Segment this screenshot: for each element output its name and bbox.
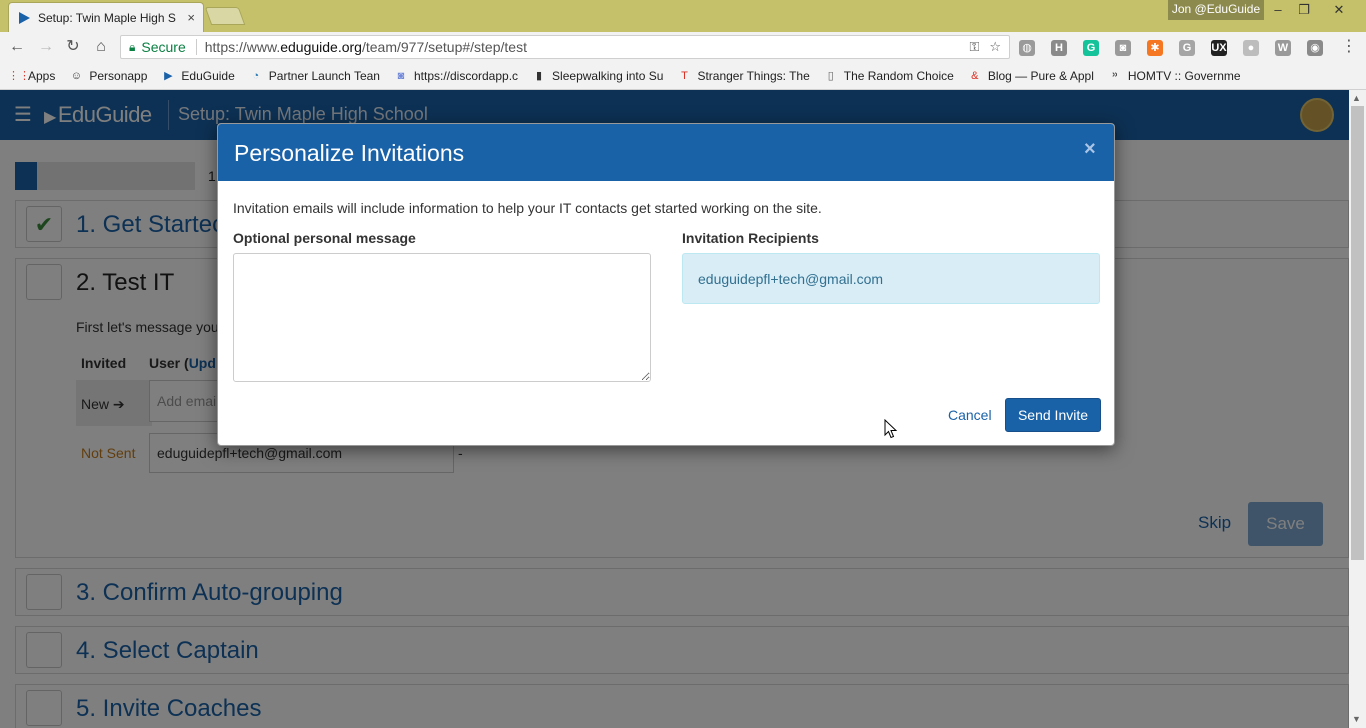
bookmark-item[interactable]: ▯ The Random Choice (824, 69, 954, 83)
browser-menu-icon[interactable]: ⋮ (1338, 36, 1360, 58)
bookmark-label: Blog — Pure & Appl (987, 68, 1094, 83)
home-icon[interactable]: ⌂ (90, 36, 112, 58)
restore-icon[interactable]: ❐ (1291, 0, 1317, 20)
globe-extension-icon[interactable]: ◍ (1019, 40, 1035, 56)
bookmarks-bar: ⋮⋮ Apps ☺ Personapp ▶ EduGuide ◔ Partner Launch… (0, 62, 1366, 90)
personalize-invitations-modal: Personalize Invitations × Invitation ema… (217, 123, 1115, 446)
bookmark-icon: ▶ (164, 69, 173, 82)
bookmark-icon: ᠉ (1111, 69, 1118, 82)
bookmark-icon: ☺ (70, 69, 82, 82)
bookmark-item[interactable]: ☺ Personapp (69, 68, 148, 83)
reload-icon[interactable]: ↻ (62, 36, 84, 58)
bookmark-label: The Random Choice (843, 68, 954, 83)
browser-title-bar: Setup: Twin Maple High S × Jon @EduGuide… (0, 0, 1366, 32)
bookmark-item[interactable]: T Stranger Things: The (677, 68, 810, 83)
scrollbar-thumb[interactable] (1351, 106, 1364, 560)
bookmark-item[interactable]: ⋮⋮ Apps (8, 69, 55, 83)
bookmark-icon: ▯ (827, 69, 834, 82)
camera-extension-icon[interactable]: ◙ (1115, 40, 1131, 56)
w-extension-icon[interactable]: W (1275, 40, 1291, 56)
close-window-icon[interactable]: ✕ (1326, 0, 1352, 20)
page-scrollbar[interactable]: ▲ ▼ (1349, 90, 1366, 728)
minimize-icon[interactable]: – (1265, 0, 1291, 20)
key-icon[interactable]: ⚿ (969, 39, 979, 55)
modal-title: Personalize Invitations (234, 140, 465, 166)
grammarly-extension-icon[interactable]: G (1083, 40, 1099, 56)
cancel-button[interactable]: Cancel (948, 407, 992, 423)
message-label: Optional personal message (233, 230, 416, 246)
bookmark-icon: ◔ (252, 69, 260, 82)
tab-close-icon[interactable]: × (187, 10, 195, 25)
browser-toolbar: ← → ↻ ⌂ 🔒︎ Secure https://www.eduguide.o… (0, 32, 1366, 62)
modal-header: Personalize Invitations × (218, 124, 1114, 181)
bookmark-label: https://discordapp.c (413, 68, 519, 83)
bookmark-label: Personapp (89, 68, 148, 83)
modal-close-icon[interactable]: × (1084, 138, 1096, 161)
bookmark-icon: ◙ (397, 69, 405, 82)
modal-intro-text: Invitation emails will include informati… (233, 200, 822, 216)
lock-icon: 🔒︎ (129, 39, 136, 54)
back-icon[interactable]: ← (6, 36, 28, 58)
bookmark-label: Partner Launch Tean (268, 68, 380, 83)
g-extension-icon[interactable]: G (1179, 40, 1195, 56)
bookmark-icon: & (971, 69, 979, 82)
new-tab-button[interactable] (204, 7, 246, 25)
bookmark-label: Stranger Things: The (697, 68, 810, 83)
eduguide-favicon-icon (19, 11, 30, 24)
bookmark-label: Sleepwalking into Su (552, 68, 664, 83)
bookmark-item[interactable]: ▮ Sleepwalking into Su (532, 69, 663, 83)
scroll-up-icon[interactable]: ▲ (1352, 93, 1361, 103)
secure-label: Secure (141, 39, 186, 55)
h-extension-icon[interactable]: H (1051, 40, 1067, 56)
bookmark-icon: ⋮⋮ (8, 69, 30, 82)
recipient-email: eduguidepfl+tech@gmail.com (698, 271, 884, 287)
tab-title: Setup: Twin Maple High S (38, 10, 176, 25)
profile-button[interactable]: Jon @EduGuide (1168, 0, 1264, 20)
bookmark-icon: T (681, 69, 688, 82)
ux-extension-icon[interactable]: UX (1211, 40, 1227, 56)
forward-icon[interactable]: → (35, 36, 57, 58)
address-separator (195, 39, 197, 55)
address-bar[interactable]: 🔒︎ Secure https://www.eduguide.org/team/… (120, 35, 1010, 59)
personal-message-textarea[interactable] (233, 253, 651, 382)
bookmark-item[interactable]: ᠉ HOMTV :: Governme (1108, 69, 1241, 83)
recipients-label: Invitation Recipients (682, 230, 819, 246)
bookmark-star-icon[interactable]: ☆ (989, 39, 1001, 55)
recipients-box: eduguidepfl+tech@gmail.com (682, 253, 1100, 304)
bookmark-label: EduGuide (181, 68, 235, 83)
bookmark-item[interactable]: ◔ Partner Launch Tean (249, 69, 380, 83)
browser-tab[interactable]: Setup: Twin Maple High S × (8, 2, 204, 32)
bookmark-item[interactable]: & Blog — Pure & Appl (968, 69, 1094, 83)
bookmark-label: HOMTV :: Governme (1127, 68, 1241, 83)
send-invite-button[interactable]: Send Invite (1005, 398, 1101, 432)
circle-extension-icon[interactable]: ● (1243, 40, 1259, 56)
bookmark-icon: ▮ (536, 69, 543, 82)
bookmark-item[interactable]: ▶ EduGuide (161, 68, 235, 83)
scroll-down-icon[interactable]: ▼ (1352, 714, 1361, 724)
mouse-cursor-icon (884, 419, 898, 439)
url-text: https://www.eduguide.org/team/977/setup#… (204, 39, 527, 55)
eye-extension-icon[interactable]: ◉ (1307, 40, 1323, 56)
bookmark-item[interactable]: ◙ https://discordapp.c (394, 69, 518, 83)
hubspot-extension-icon[interactable]: ✱ (1147, 40, 1163, 56)
bookmark-label: Apps (28, 68, 56, 83)
